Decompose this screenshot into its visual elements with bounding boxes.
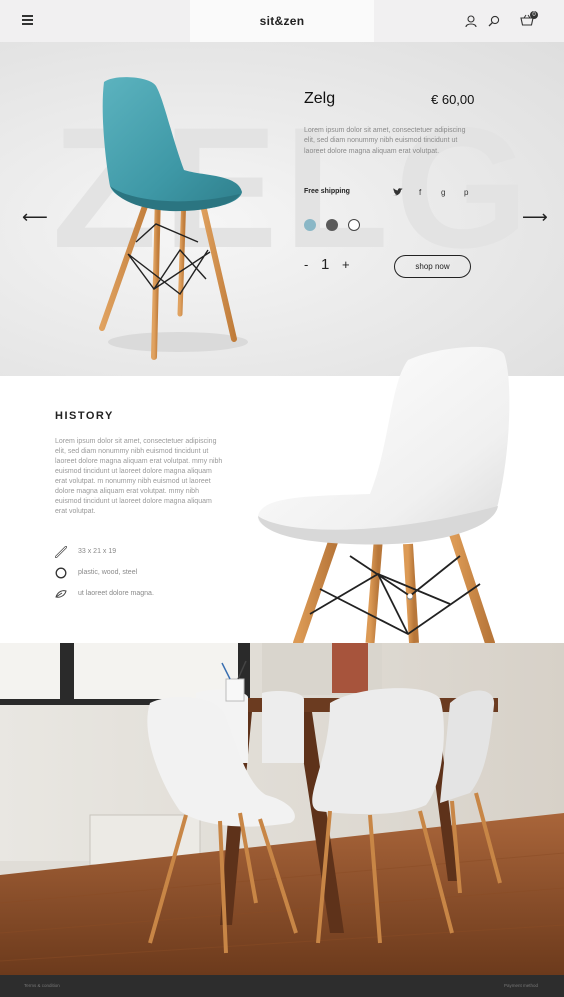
- product-hero: ZELG ⟵ ⟶ Zelg € 60,00 Lorem ipsum dolor: [0, 42, 564, 376]
- ruler-icon: [55, 546, 67, 558]
- quantity-value: 1: [321, 256, 330, 273]
- cart-count-badge: 0: [530, 11, 538, 19]
- leaf-icon: [55, 590, 67, 598]
- dining-room-photo: [0, 643, 564, 975]
- search-icon[interactable]: [487, 14, 501, 28]
- brand-logo[interactable]: sit&zen: [260, 14, 305, 28]
- product-name: Zelg: [304, 90, 336, 107]
- shop-now-button[interactable]: shop now: [394, 255, 471, 278]
- brand-box: sit&zen: [190, 0, 374, 42]
- twitter-icon[interactable]: [393, 188, 403, 197]
- color-swatch-blue[interactable]: [304, 219, 316, 231]
- product-description: Lorem ipsum dolor sit amet, consectetuer…: [304, 127, 466, 155]
- next-arrow-icon[interactable]: ⟶: [522, 207, 548, 228]
- product-price: € 60,00: [431, 92, 475, 107]
- quantity-increase-button[interactable]: +: [342, 257, 350, 272]
- teal-chair-image: [99, 77, 248, 360]
- free-shipping-label: Free shipping: [304, 188, 350, 195]
- history-title: HISTORY: [55, 410, 114, 422]
- color-swatch-white[interactable]: [348, 219, 360, 231]
- terms-link[interactable]: Terms & condition: [24, 983, 60, 988]
- payment-method-link[interactable]: Payment method: [504, 983, 538, 988]
- menu-icon[interactable]: [22, 15, 33, 25]
- site-header: sit&zen 0: [0, 0, 564, 42]
- white-chair-image: [257, 346, 510, 643]
- color-swatch-grey[interactable]: [326, 219, 338, 231]
- feature-materials: plastic, wood, steel: [78, 569, 138, 576]
- pinterest-icon[interactable]: p: [464, 188, 468, 197]
- facebook-icon[interactable]: f: [419, 188, 421, 197]
- history-section: HISTORY Lorem ipsum dolor sit amet, cons…: [0, 346, 564, 643]
- feature-dimensions: 33 x 21 x 19: [78, 548, 117, 555]
- circle-icon: [55, 567, 67, 579]
- google-plus-icon[interactable]: g: [441, 188, 445, 197]
- quantity-decrease-button[interactable]: -: [304, 257, 308, 272]
- previous-arrow-icon[interactable]: ⟵: [22, 207, 48, 228]
- history-text: Lorem ipsum dolor sit amet, consectetuer…: [55, 438, 223, 515]
- feature-note: ut laoreet dolore magna.: [78, 590, 154, 597]
- user-icon[interactable]: [464, 14, 478, 28]
- site-footer: Terms & condition Payment method: [0, 975, 564, 997]
